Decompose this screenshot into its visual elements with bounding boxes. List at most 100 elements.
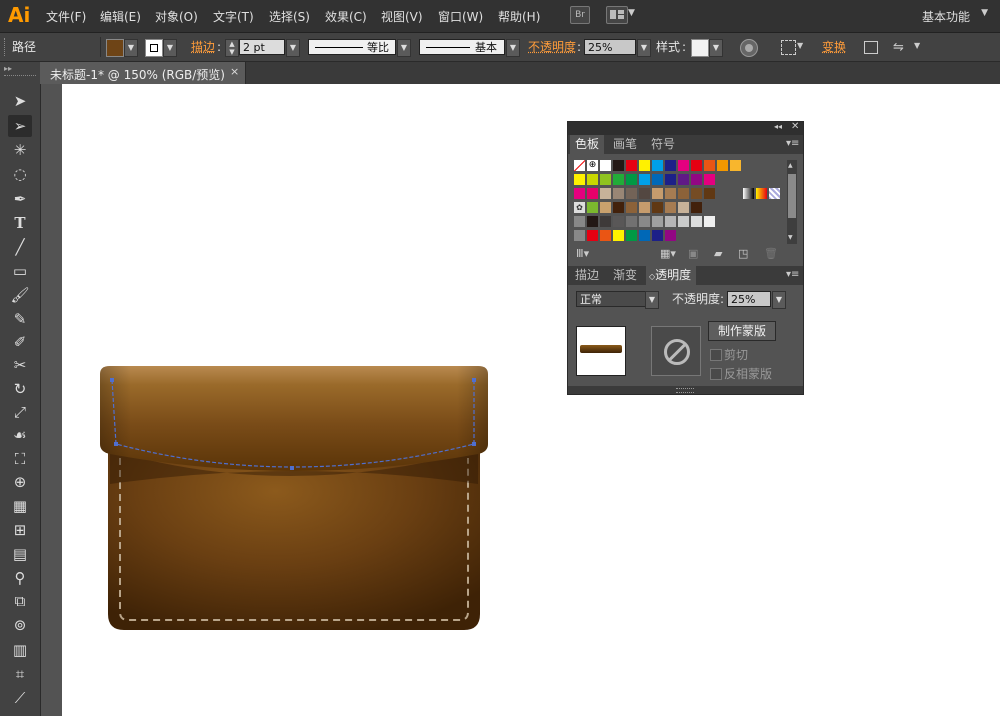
menu-item[interactable]: 效果(C) <box>325 8 367 25</box>
color-swatch[interactable] <box>691 216 702 227</box>
arrange-dropdown-arrow-icon[interactable]: ▼ <box>628 8 635 18</box>
mask-thumbnail[interactable] <box>651 326 701 376</box>
fill-dropdown-arrow-icon[interactable]: ▼ <box>124 39 138 57</box>
color-swatch[interactable] <box>639 188 650 199</box>
swatch-libraries-icon[interactable]: Ⅲ▾ <box>576 247 589 260</box>
delete-swatch-icon[interactable]: 🗑 <box>764 247 778 260</box>
new-color-group-icon[interactable]: ▰ <box>714 247 722 260</box>
color-swatch[interactable] <box>691 174 702 185</box>
object-thumbnail[interactable] <box>576 326 626 376</box>
brush-definition-field[interactable]: 基本 <box>419 39 505 55</box>
pencil-tool-icon[interactable]: ✎ <box>8 308 32 330</box>
color-swatch[interactable] <box>678 216 689 227</box>
color-swatch[interactable] <box>652 188 663 199</box>
style-dropdown-arrow-icon[interactable]: ▼ <box>709 39 723 57</box>
perspective-grid-tool-icon[interactable]: ▦ <box>8 495 32 517</box>
transparency-opacity-dropdown-arrow-icon[interactable]: ▼ <box>772 291 786 309</box>
color-swatch[interactable] <box>587 216 598 227</box>
color-swatch[interactable] <box>691 202 702 213</box>
color-swatch[interactable] <box>600 230 611 241</box>
color-swatch[interactable] <box>652 230 663 241</box>
invert-mask-checkbox[interactable] <box>710 368 722 380</box>
opacity-input[interactable]: 25% <box>584 39 636 55</box>
blob-brush-tool-icon[interactable]: ✐ <box>8 331 32 353</box>
color-swatch[interactable] <box>626 188 637 199</box>
stroke-weight-dropdown-arrow-icon[interactable]: ▼ <box>286 39 300 57</box>
menu-item[interactable]: 文字(T) <box>213 8 254 25</box>
warp-tool-icon[interactable]: ☙ <box>8 424 32 446</box>
panel-titlebar[interactable]: ◂◂ ✕ <box>568 121 803 135</box>
color-swatch[interactable] <box>717 160 728 171</box>
align-dropdown-arrow-icon[interactable]: ▼ <box>797 41 803 50</box>
color-swatch[interactable] <box>600 216 611 227</box>
scroll-down-arrow-icon[interactable]: ▼ <box>788 234 793 241</box>
stroke-label[interactable]: 描边 <box>191 33 215 61</box>
artboard-tool-icon[interactable]: ⌗ <box>8 663 32 685</box>
color-swatch[interactable] <box>587 188 598 199</box>
show-swatch-kinds-icon[interactable]: ▦▾ <box>660 247 676 260</box>
color-swatch[interactable] <box>613 230 624 241</box>
color-swatch[interactable] <box>652 174 663 185</box>
stroke-weight-stepper[interactable]: ▲ ▼ <box>225 39 239 57</box>
rectangle-tool-icon[interactable]: ▭ <box>8 260 32 282</box>
color-swatch[interactable] <box>652 216 663 227</box>
scroll-up-arrow-icon[interactable]: ▲ <box>788 162 793 169</box>
fill-color-swatch[interactable] <box>106 39 124 57</box>
color-swatch[interactable] <box>587 230 598 241</box>
color-swatch[interactable] <box>600 174 611 185</box>
panel-options-icon[interactable]: ⇋ <box>893 40 904 55</box>
tab-stroke[interactable]: 描边 <box>570 266 604 285</box>
color-swatch[interactable] <box>665 174 676 185</box>
color-swatch[interactable] <box>678 174 689 185</box>
collapse-panel-icon[interactable]: ◂◂ <box>774 122 782 131</box>
collapse-toolbar-icon[interactable]: ▸▸ <box>4 64 12 73</box>
menu-item[interactable]: 视图(V) <box>381 8 423 25</box>
color-swatch[interactable] <box>613 188 624 199</box>
color-swatch[interactable] <box>665 188 676 199</box>
color-swatch[interactable] <box>704 174 715 185</box>
lasso-tool-icon[interactable]: ◌ <box>8 163 32 185</box>
tab-transparency[interactable]: ◇透明度 <box>646 266 697 285</box>
color-swatch[interactable] <box>626 230 637 241</box>
pen-tool-icon[interactable]: ✒ <box>8 188 32 210</box>
blend-mode-select[interactable]: 正常 <box>576 291 646 307</box>
transparency-opacity-input[interactable]: 25% <box>727 291 771 307</box>
gradient-swatch[interactable] <box>769 188 780 199</box>
blend-tool-icon[interactable]: ⧉ <box>8 590 32 612</box>
swatches-scrollbar[interactable]: ▲ ▼ <box>787 160 797 244</box>
transparency-panel-menu-icon[interactable]: ▾≡ <box>786 269 799 280</box>
color-swatch[interactable] <box>613 202 624 213</box>
selection-tool-icon[interactable]: ➤ <box>8 90 32 112</box>
color-swatch[interactable] <box>600 160 611 171</box>
color-swatch[interactable] <box>665 202 676 213</box>
color-swatch[interactable] <box>678 202 689 213</box>
tab-gradient[interactable]: 渐变 <box>608 266 642 285</box>
opacity-label[interactable]: 不透明度 <box>528 33 576 61</box>
scrollbar-thumb[interactable] <box>788 174 796 218</box>
tab-symbols[interactable]: 符号 <box>646 135 680 154</box>
slice-tool-icon[interactable]: ⟋ <box>8 687 32 709</box>
color-swatch[interactable] <box>639 160 650 171</box>
mesh-tool-icon[interactable]: ⊞ <box>8 519 32 541</box>
gradient-tool-icon[interactable]: ▤ <box>8 543 32 565</box>
swatch-folder-icon[interactable] <box>574 230 585 241</box>
scale-tool-icon[interactable]: ⤢ <box>8 401 32 423</box>
brush-dropdown-arrow-icon[interactable]: ▼ <box>506 39 520 57</box>
color-swatch[interactable] <box>574 174 585 185</box>
panel-options-dropdown-arrow-icon[interactable]: ▼ <box>914 41 920 50</box>
close-panel-icon[interactable]: ✕ <box>791 121 799 132</box>
direct-selection-tool-icon[interactable]: ➢ <box>8 115 32 137</box>
recolor-artwork-icon[interactable] <box>740 39 758 57</box>
opacity-dropdown-arrow-icon[interactable]: ▼ <box>637 39 651 57</box>
color-swatch[interactable] <box>678 160 689 171</box>
swatch-pattern-icon[interactable] <box>600 202 611 213</box>
color-swatch[interactable] <box>626 216 637 227</box>
blend-mode-dropdown-arrow-icon[interactable]: ▼ <box>645 291 659 309</box>
tab-swatches[interactable]: 色板 <box>570 135 605 154</box>
color-swatch[interactable] <box>691 188 702 199</box>
stroke-color-swatch[interactable] <box>145 39 163 57</box>
isolate-icon[interactable] <box>864 41 878 54</box>
color-swatch[interactable] <box>600 188 611 199</box>
paintbrush-tool-icon[interactable]: 🖌 <box>8 284 32 306</box>
color-swatch[interactable] <box>626 160 637 171</box>
